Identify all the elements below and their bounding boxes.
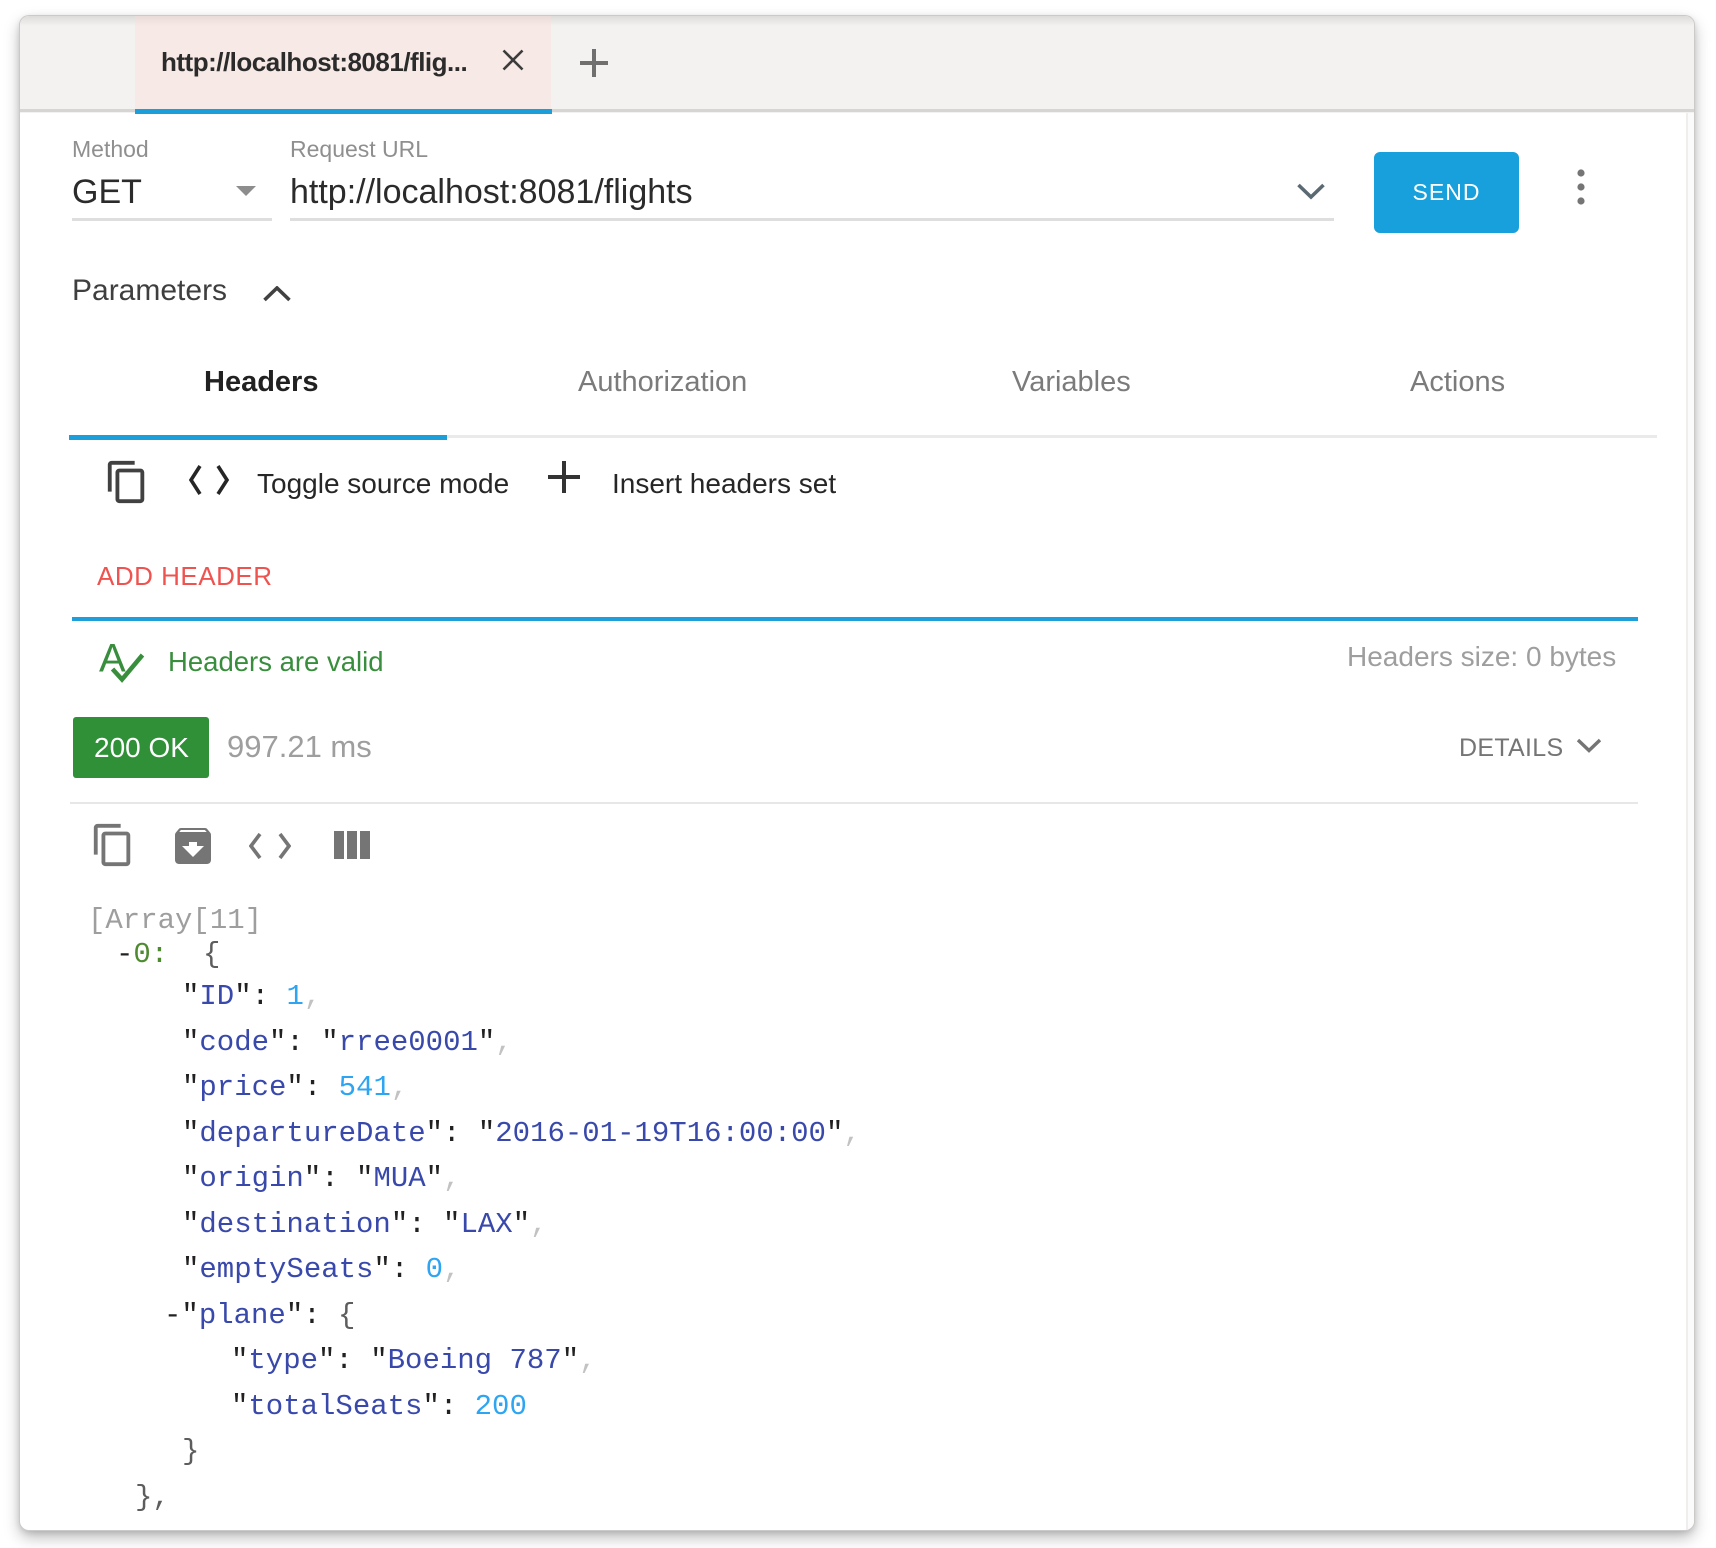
- svg-text:A: A: [99, 638, 126, 681]
